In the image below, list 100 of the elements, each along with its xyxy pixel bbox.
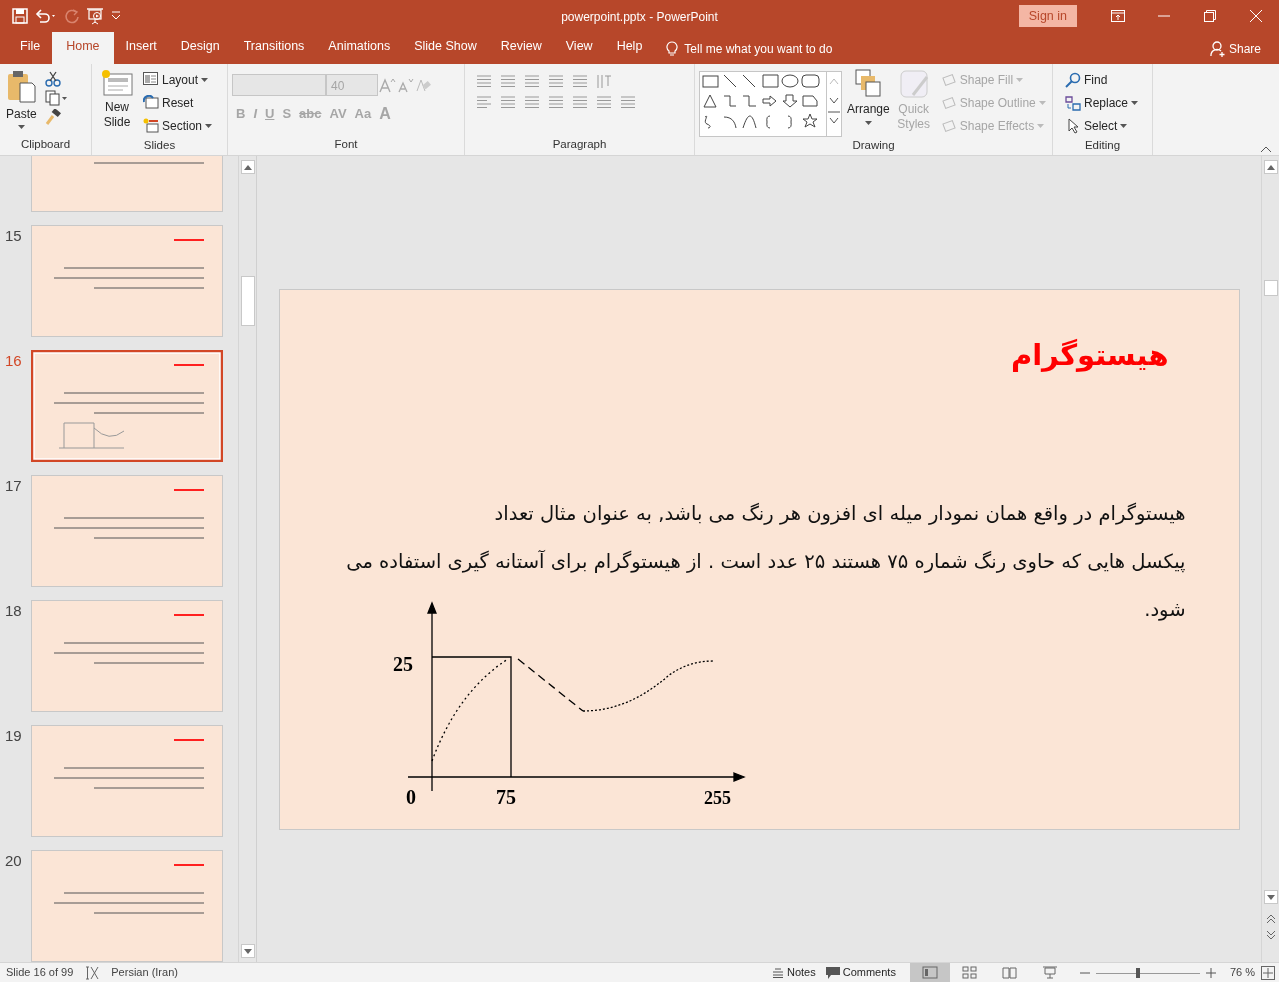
customize-caret-icon[interactable]: [110, 10, 122, 22]
caret-icon: [205, 123, 213, 128]
layout-button[interactable]: Layout: [141, 68, 215, 91]
quick-styles-icon: [898, 69, 929, 99]
slide-thumbnail[interactable]: [31, 475, 223, 587]
redo-icon[interactable]: [64, 8, 80, 24]
ribbon-tab[interactable]: View: [553, 30, 605, 64]
presentation-icon[interactable]: [86, 7, 104, 25]
shapes-gallery[interactable]: [699, 71, 842, 137]
increase-indent-icon[interactable]: [547, 74, 565, 89]
sign-in-button[interactable]: Sign in: [1018, 4, 1077, 28]
lightbulb-icon[interactable]: [666, 41, 679, 57]
collapse-ribbon-icon[interactable]: [1261, 146, 1271, 152]
caret-icon: [1131, 100, 1139, 105]
zoom-slider[interactable]: [1095, 967, 1200, 978]
fit-slide-icon[interactable]: [1261, 965, 1275, 980]
spelling-icon[interactable]: [85, 965, 100, 980]
align-right-icon[interactable]: [523, 95, 541, 110]
rtl-icon[interactable]: [571, 95, 589, 110]
line-spacing-icon[interactable]: [571, 74, 589, 89]
find-button[interactable]: Find: [1063, 68, 1148, 91]
group-label: Drawing: [851, 138, 896, 153]
shrink-font-icon[interactable]: [396, 77, 414, 93]
cursor-icon: [1065, 117, 1081, 134]
zoom-in-icon[interactable]: [1205, 967, 1216, 978]
scroll-thumb[interactable]: [1264, 280, 1278, 296]
bullets-icon[interactable]: [475, 74, 493, 89]
ribbon-tab[interactable]: Review: [488, 30, 554, 64]
font-name-field[interactable]: [232, 74, 326, 96]
decrease-indent-icon[interactable]: [523, 74, 541, 89]
scroll-up-button[interactable]: [241, 160, 255, 174]
axis-label: 25: [392, 652, 413, 675]
caret-icon: [1016, 77, 1024, 82]
share-button[interactable]: Share: [1228, 40, 1261, 58]
caret-icon: [201, 77, 209, 82]
align-left-icon[interactable]: [475, 95, 493, 110]
grow-font-icon[interactable]: [378, 77, 396, 93]
slideshow-icon: [1041, 966, 1058, 979]
person-icon[interactable]: [1209, 41, 1226, 57]
slide-number: 16: [4, 351, 23, 371]
ribbon-tab[interactable]: Design: [168, 30, 232, 64]
notes-button[interactable]: Notes: [770, 963, 818, 982]
arrange-button[interactable]: Arrange: [845, 68, 892, 137]
ribbon-tab[interactable]: File: [8, 30, 53, 64]
tell-me-search[interactable]: Tell me what you want to do: [684, 40, 833, 58]
slide-paragraph: پیکسل هایی که حاوی رنگ شماره ۷۵ هستند ۲۵ عدد است . از هیستوگرام برای آستانه گیری استفاده می شود.: [345, 548, 1186, 623]
slide-thumbnail[interactable]: [31, 225, 223, 337]
slide-number: 20: [4, 851, 23, 871]
section-button[interactable]: Section: [141, 114, 215, 137]
group-label: Font: [333, 136, 359, 152]
slide-thumbnail[interactable]: [31, 850, 223, 962]
scissors-icon[interactable]: [44, 71, 61, 87]
undo-icon[interactable]: [34, 8, 58, 24]
scroll-down-button[interactable]: [241, 944, 255, 958]
new-slide-button[interactable]: New Slide: [96, 68, 138, 137]
notes-icon: [772, 967, 784, 978]
next-slide-icon[interactable]: [1266, 930, 1276, 940]
slide-thumbnail[interactable]: [31, 725, 223, 837]
caret-icon: [1038, 100, 1046, 105]
reading-view-icon: [1001, 966, 1018, 979]
ribbon-display-icon: [1111, 10, 1125, 22]
slide-number: 17: [4, 476, 23, 496]
ribbon-tab[interactable]: Animations: [316, 30, 403, 64]
align-center-icon[interactable]: [499, 95, 517, 110]
up-arrow-icon: [244, 164, 252, 170]
comment-icon: [825, 966, 840, 979]
language-indicator[interactable]: Persian (Iran): [99, 964, 178, 981]
ribbon-tab[interactable]: Insert: [113, 30, 169, 64]
copy-icon[interactable]: [44, 90, 67, 106]
reset-button[interactable]: Reset: [141, 91, 215, 114]
caret-icon: [1120, 123, 1128, 128]
justify-icon[interactable]: [547, 95, 565, 110]
ltr-icon[interactable]: [595, 95, 613, 110]
previous-slide-icon[interactable]: [1266, 914, 1276, 924]
view-button[interactable]: [909, 962, 950, 982]
scroll-thumb[interactable]: [241, 276, 255, 326]
comments-button[interactable]: Comments: [823, 963, 898, 982]
save-icon[interactable]: [12, 8, 28, 24]
paste-button[interactable]: Paste: [4, 68, 39, 130]
ribbon-tab[interactable]: Slide Show: [402, 30, 489, 64]
reset-icon: [143, 95, 159, 110]
search-icon: [1065, 71, 1081, 88]
slide-thumbnail[interactable]: [31, 350, 223, 462]
format-painter-icon[interactable]: [44, 109, 61, 125]
slide-number: 15: [4, 226, 23, 246]
replace-button[interactable]: Replace: [1063, 91, 1148, 114]
select-button[interactable]: Select: [1063, 114, 1148, 137]
ribbon-tab[interactable]: Transitions: [231, 30, 317, 64]
slide-number: 18: [4, 601, 23, 621]
numbering-icon[interactable]: [499, 74, 517, 89]
columns-icon[interactable]: [619, 95, 637, 110]
slide-thumbnail[interactable]: [31, 600, 223, 712]
clipboard-icon: [6, 69, 37, 103]
zoom-thumb[interactable]: [1135, 967, 1140, 978]
ribbon-tab[interactable]: Help: [604, 30, 655, 64]
zoom-level[interactable]: 76 %: [1223, 964, 1261, 981]
scroll-down-button[interactable]: [1264, 890, 1278, 904]
scroll-up-button[interactable]: [1264, 160, 1278, 174]
text-direction-icon[interactable]: [595, 74, 613, 89]
eraser-icon[interactable]: [414, 77, 432, 93]
